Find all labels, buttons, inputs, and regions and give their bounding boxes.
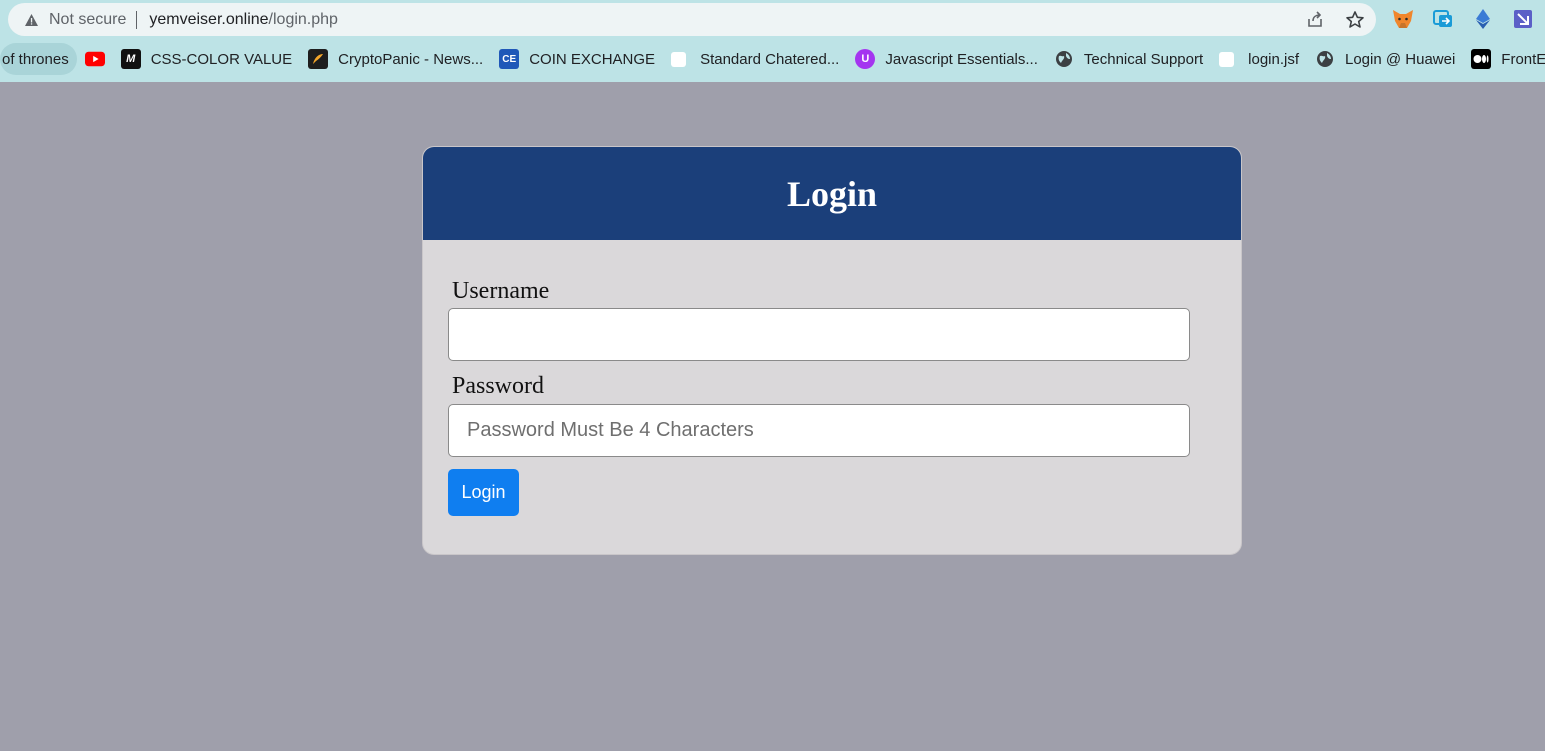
bookmark-technical-support[interactable]: Technical Support bbox=[1046, 43, 1211, 75]
warning-icon[interactable] bbox=[23, 12, 39, 28]
password-input[interactable] bbox=[448, 404, 1190, 457]
login-card: Login Username Password Login bbox=[422, 146, 1242, 555]
bookmark-label: FrontEn bbox=[1501, 50, 1545, 68]
bookmark-label: login.jsf bbox=[1248, 50, 1299, 68]
metamask-icon[interactable] bbox=[1390, 6, 1416, 32]
omnibox-divider bbox=[136, 10, 138, 29]
bookmark-coin-exchange[interactable]: CE COIN EXCHANGE bbox=[491, 43, 663, 75]
bookmark-star-icon[interactable] bbox=[1344, 9, 1366, 31]
bookmark-label: Javascript Essentials... bbox=[885, 50, 1038, 68]
bookmark-login-jsf[interactable]: login.jsf bbox=[1211, 43, 1307, 75]
cryptopanic-icon bbox=[308, 49, 329, 69]
bookmark-standard-chartered[interactable]: Standard Chatered... bbox=[663, 43, 847, 75]
security-status[interactable]: Not secure bbox=[49, 11, 126, 29]
bookmark-of-thrones[interactable]: of thrones bbox=[0, 43, 77, 75]
url-host[interactable]: yemveiser.online bbox=[149, 11, 268, 29]
medium-icon bbox=[1471, 49, 1492, 69]
blank-page-icon bbox=[671, 51, 687, 67]
login-card-header: Login bbox=[423, 147, 1241, 240]
url-path[interactable]: /login.php bbox=[269, 11, 338, 29]
udemy-icon: U bbox=[855, 49, 876, 69]
ethereum-icon[interactable] bbox=[1470, 6, 1496, 32]
bookmark-label: CryptoPanic - News... bbox=[338, 50, 484, 68]
bookmarks-bar: of thrones M CSS-COLOR VALUE CryptoPanic… bbox=[0, 40, 1545, 78]
address-bar[interactable]: Not secure yemveiser.online/login.php bbox=[8, 3, 1376, 36]
globe-icon bbox=[1054, 49, 1074, 69]
username-label: Username bbox=[452, 278, 550, 304]
bookmark-label: CSS-COLOR VALUE bbox=[150, 50, 293, 68]
bookmark-label: of thrones bbox=[2, 50, 69, 68]
share-icon[interactable] bbox=[1304, 9, 1326, 31]
bookmark-label: Login @ Huawei bbox=[1345, 50, 1456, 68]
bookmark-login-huawei[interactable]: Login @ Huawei bbox=[1307, 43, 1463, 75]
bookmark-label: COIN EXCHANGE bbox=[529, 50, 656, 68]
bookmark-javascript-essentials[interactable]: U Javascript Essentials... bbox=[847, 43, 1046, 75]
globe-icon bbox=[1315, 49, 1335, 69]
password-label: Password bbox=[452, 373, 545, 399]
page-title: Login bbox=[786, 173, 878, 214]
youtube-icon bbox=[84, 49, 105, 69]
browser-chrome: Not secure yemveiser.online/login.php of… bbox=[0, 0, 1545, 82]
bookmark-label: Technical Support bbox=[1083, 50, 1204, 68]
bookmark-css-color[interactable]: M CSS-COLOR VALUE bbox=[113, 43, 300, 75]
login-button[interactable]: Login bbox=[448, 469, 519, 516]
extension-puzzle-icon[interactable] bbox=[1510, 6, 1536, 32]
ce-icon: CE bbox=[499, 49, 520, 69]
bookmark-cryptopanic[interactable]: CryptoPanic - News... bbox=[300, 43, 491, 75]
blank-page-icon bbox=[1219, 51, 1235, 67]
username-input[interactable] bbox=[448, 308, 1190, 361]
bookmark-youtube[interactable] bbox=[77, 43, 113, 75]
m-logo-icon: M bbox=[120, 49, 141, 69]
bookmark-frontend[interactable]: FrontEn bbox=[1463, 43, 1545, 75]
bookmark-label: Standard Chatered... bbox=[700, 50, 840, 68]
sync-extension-icon[interactable] bbox=[1430, 6, 1456, 32]
